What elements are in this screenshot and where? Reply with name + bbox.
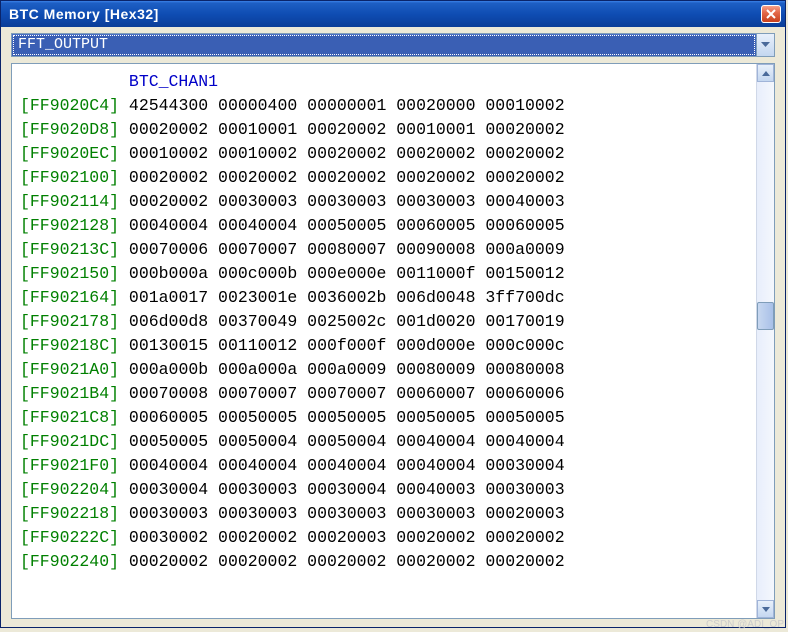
chevron-down-icon	[762, 607, 770, 612]
hex-row: [FF90222C] 00030002 00020002 00020003 00…	[20, 526, 748, 550]
address-dropdown[interactable]: FFT_OUTPUT	[11, 33, 775, 57]
hex-row: [FF9021C8] 00060005 00050005 00050005 00…	[20, 406, 748, 430]
address-label: [FF9020EC]	[20, 144, 119, 163]
scrollbar-track[interactable]	[757, 82, 774, 600]
hex-row: [FF902150] 000b000a 000c000b 000e000e 00…	[20, 262, 748, 286]
address-label: [FF9021F0]	[20, 456, 119, 475]
titlebar[interactable]: BTC Memory [Hex32]	[1, 1, 785, 27]
address-label: [FF90213C]	[20, 240, 119, 259]
watermark: CSDN @ADI_OP	[706, 619, 784, 630]
address-label: [FF902150]	[20, 264, 119, 283]
address-label: [FF9020D8]	[20, 120, 119, 139]
dropdown-value: FFT_OUTPUT	[13, 35, 755, 55]
address-label: [FF9021A0]	[20, 360, 119, 379]
address-label: [FF902218]	[20, 504, 119, 523]
hex-row: [FF9021B4] 00070008 00070007 00070007 00…	[20, 382, 748, 406]
address-selector-row: FFT_OUTPUT	[1, 27, 785, 61]
chevron-up-icon	[762, 71, 770, 76]
vertical-scrollbar[interactable]	[756, 64, 774, 618]
hex-row: [FF902100] 00020002 00020002 00020002 00…	[20, 166, 748, 190]
address-label: [FF90222C]	[20, 528, 119, 547]
hex-row: [FF9021DC] 00050005 00050004 00050004 00…	[20, 430, 748, 454]
hex-row: [FF902128] 00040004 00040004 00050005 00…	[20, 214, 748, 238]
scroll-up-button[interactable]	[757, 64, 774, 82]
close-icon	[766, 9, 776, 19]
address-label: [FF902128]	[20, 216, 119, 235]
address-label: [FF90218C]	[20, 336, 119, 355]
hex-row: [FF90218C] 00130015 00110012 000f000f 00…	[20, 334, 748, 358]
hex-content[interactable]: BTC_CHAN1 [FF9020C4] 42544300 00000400 00…	[12, 64, 756, 618]
hex-row: [FF90213C] 00070006 00070007 00080007 00…	[20, 238, 748, 262]
address-label: [FF9021C8]	[20, 408, 119, 427]
address-label: [FF902240]	[20, 552, 119, 571]
address-label: [FF9021DC]	[20, 432, 119, 451]
address-label: [FF902178]	[20, 312, 119, 331]
hex-row: [FF9020D8] 00020002 00010001 00020002 00…	[20, 118, 748, 142]
dropdown-arrow-button[interactable]	[756, 34, 774, 56]
address-label: [FF902164]	[20, 288, 119, 307]
hex-row: [FF902218] 00030003 00030003 00030003 00…	[20, 502, 748, 526]
address-label: [FF902114]	[20, 192, 119, 211]
scroll-down-button[interactable]	[757, 600, 774, 618]
hex-row: [FF902240] 00020002 00020002 00020002 00…	[20, 550, 748, 574]
scrollbar-thumb[interactable]	[757, 302, 774, 330]
hex-row: [FF9020C4] 42544300 00000400 00000001 00…	[20, 94, 748, 118]
hex-row: [FF902164] 001a0017 0023001e 0036002b 00…	[20, 286, 748, 310]
hex-row: [FF9021F0] 00040004 00040004 00040004 00…	[20, 454, 748, 478]
address-label: [FF9020C4]	[20, 96, 119, 115]
hex-row: [FF902114] 00020002 00030003 00030003 00…	[20, 190, 748, 214]
memory-window: BTC Memory [Hex32] FFT_OUTPUT BTC_CHAN1 […	[0, 0, 786, 628]
hex-row: [FF9021A0] 000a000b 000a000a 000a0009 00…	[20, 358, 748, 382]
address-label: [FF902100]	[20, 168, 119, 187]
address-label: [FF9021B4]	[20, 384, 119, 403]
hex-row: [FF9020EC] 00010002 00010002 00020002 00…	[20, 142, 748, 166]
channel-label: BTC_CHAN1	[129, 72, 218, 91]
hex-viewer: BTC_CHAN1 [FF9020C4] 42544300 00000400 00…	[11, 63, 775, 619]
address-label: [FF902204]	[20, 480, 119, 499]
hex-row: [FF902204] 00030004 00030003 00030004 00…	[20, 478, 748, 502]
close-button[interactable]	[761, 5, 781, 23]
chevron-down-icon	[761, 42, 770, 48]
window-title: BTC Memory [Hex32]	[9, 6, 761, 22]
hex-row: [FF902178] 006d00d8 00370049 0025002c 00…	[20, 310, 748, 334]
